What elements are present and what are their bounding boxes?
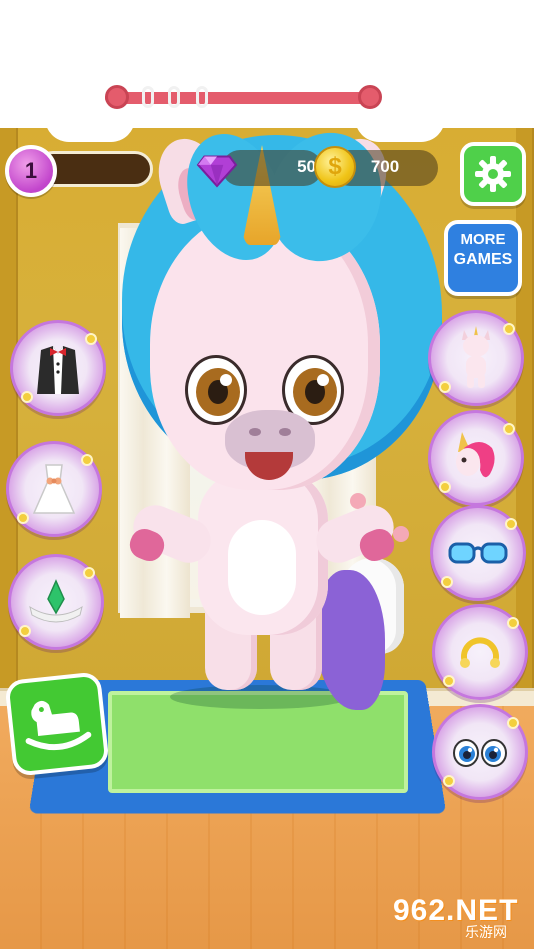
bubble-dot xyxy=(83,567,95,579)
unicorn-nostril xyxy=(249,428,261,436)
category-tuxedo-button[interactable] xyxy=(10,320,106,416)
unicorn-eye-glint xyxy=(317,374,329,386)
bubble-dot xyxy=(81,454,93,466)
tuxedo-icon xyxy=(37,346,79,394)
wall-pillar-right xyxy=(516,128,534,688)
bubble-dot xyxy=(443,675,455,687)
gem-count: 50 xyxy=(297,157,316,176)
category-eyes-button[interactable] xyxy=(432,704,528,800)
unicorn-belly xyxy=(228,520,296,615)
tiara-icon xyxy=(29,579,83,623)
more-games-label-top: MORE xyxy=(460,231,506,248)
unicorn-iris xyxy=(293,368,337,416)
bubble-dot xyxy=(19,625,31,637)
unicorn-body-icon xyxy=(462,326,490,388)
curtain-ring xyxy=(142,86,154,108)
bubble-dot xyxy=(85,333,97,345)
unicorn-eye-left xyxy=(185,355,247,425)
category-mane-button[interactable] xyxy=(428,410,524,506)
bubble-dot xyxy=(439,481,451,493)
coin-count: 700 xyxy=(370,157,400,176)
level-badge: 1 xyxy=(5,145,57,197)
bubble-dot xyxy=(505,518,517,530)
more-games-button[interactable]: MORE GAMES xyxy=(444,220,522,296)
glasses-icon xyxy=(448,542,508,564)
category-dress-button[interactable] xyxy=(6,441,102,537)
eyes-icon xyxy=(453,739,507,767)
unicorn-eye-glint xyxy=(220,374,232,386)
category-body-button[interactable] xyxy=(428,310,524,406)
rocking-horse-icon xyxy=(25,700,92,751)
bubble-dot xyxy=(507,717,519,729)
dress-icon xyxy=(32,464,76,514)
curtain-ring xyxy=(168,86,180,108)
game-screen: 1 50 700 $ MORE GAMES 962.NET 乐游网 xyxy=(0,0,534,949)
bubble-dot xyxy=(17,512,29,524)
bubble-dot xyxy=(439,381,451,393)
rocking-horse-button[interactable] xyxy=(4,671,110,777)
bubble-dot xyxy=(443,775,455,787)
nose-ring-icon xyxy=(460,637,500,668)
level-indicator: 1 xyxy=(5,145,153,197)
coin-icon[interactable]: $ xyxy=(314,146,356,188)
unicorn-nostril xyxy=(279,428,291,436)
bubble-dot xyxy=(507,617,519,629)
settings-button[interactable] xyxy=(460,142,526,206)
rod-end-left xyxy=(105,85,129,109)
category-tiara-button[interactable] xyxy=(8,554,104,650)
unicorn-character[interactable] xyxy=(110,118,442,720)
category-glasses-button[interactable] xyxy=(430,505,526,601)
watermark-logo: 962.NET 乐游网 xyxy=(393,894,531,942)
bubble-dot xyxy=(503,423,515,435)
bubble-dot xyxy=(21,391,33,403)
bubble-dot xyxy=(503,323,515,335)
category-nose-ring-button[interactable] xyxy=(432,604,528,700)
unicorn-iris xyxy=(196,368,240,416)
gem-icon[interactable] xyxy=(196,146,238,188)
more-games-label-bottom: GAMES xyxy=(453,250,513,268)
gear-icon xyxy=(475,156,511,192)
unicorn-mane-icon xyxy=(456,432,495,478)
watermark-sub-text: 乐游网 xyxy=(465,924,507,940)
rod-end-right xyxy=(358,85,382,109)
curtain-ring xyxy=(196,86,208,108)
unicorn-shadow xyxy=(170,685,350,709)
bubble-dot xyxy=(441,576,453,588)
